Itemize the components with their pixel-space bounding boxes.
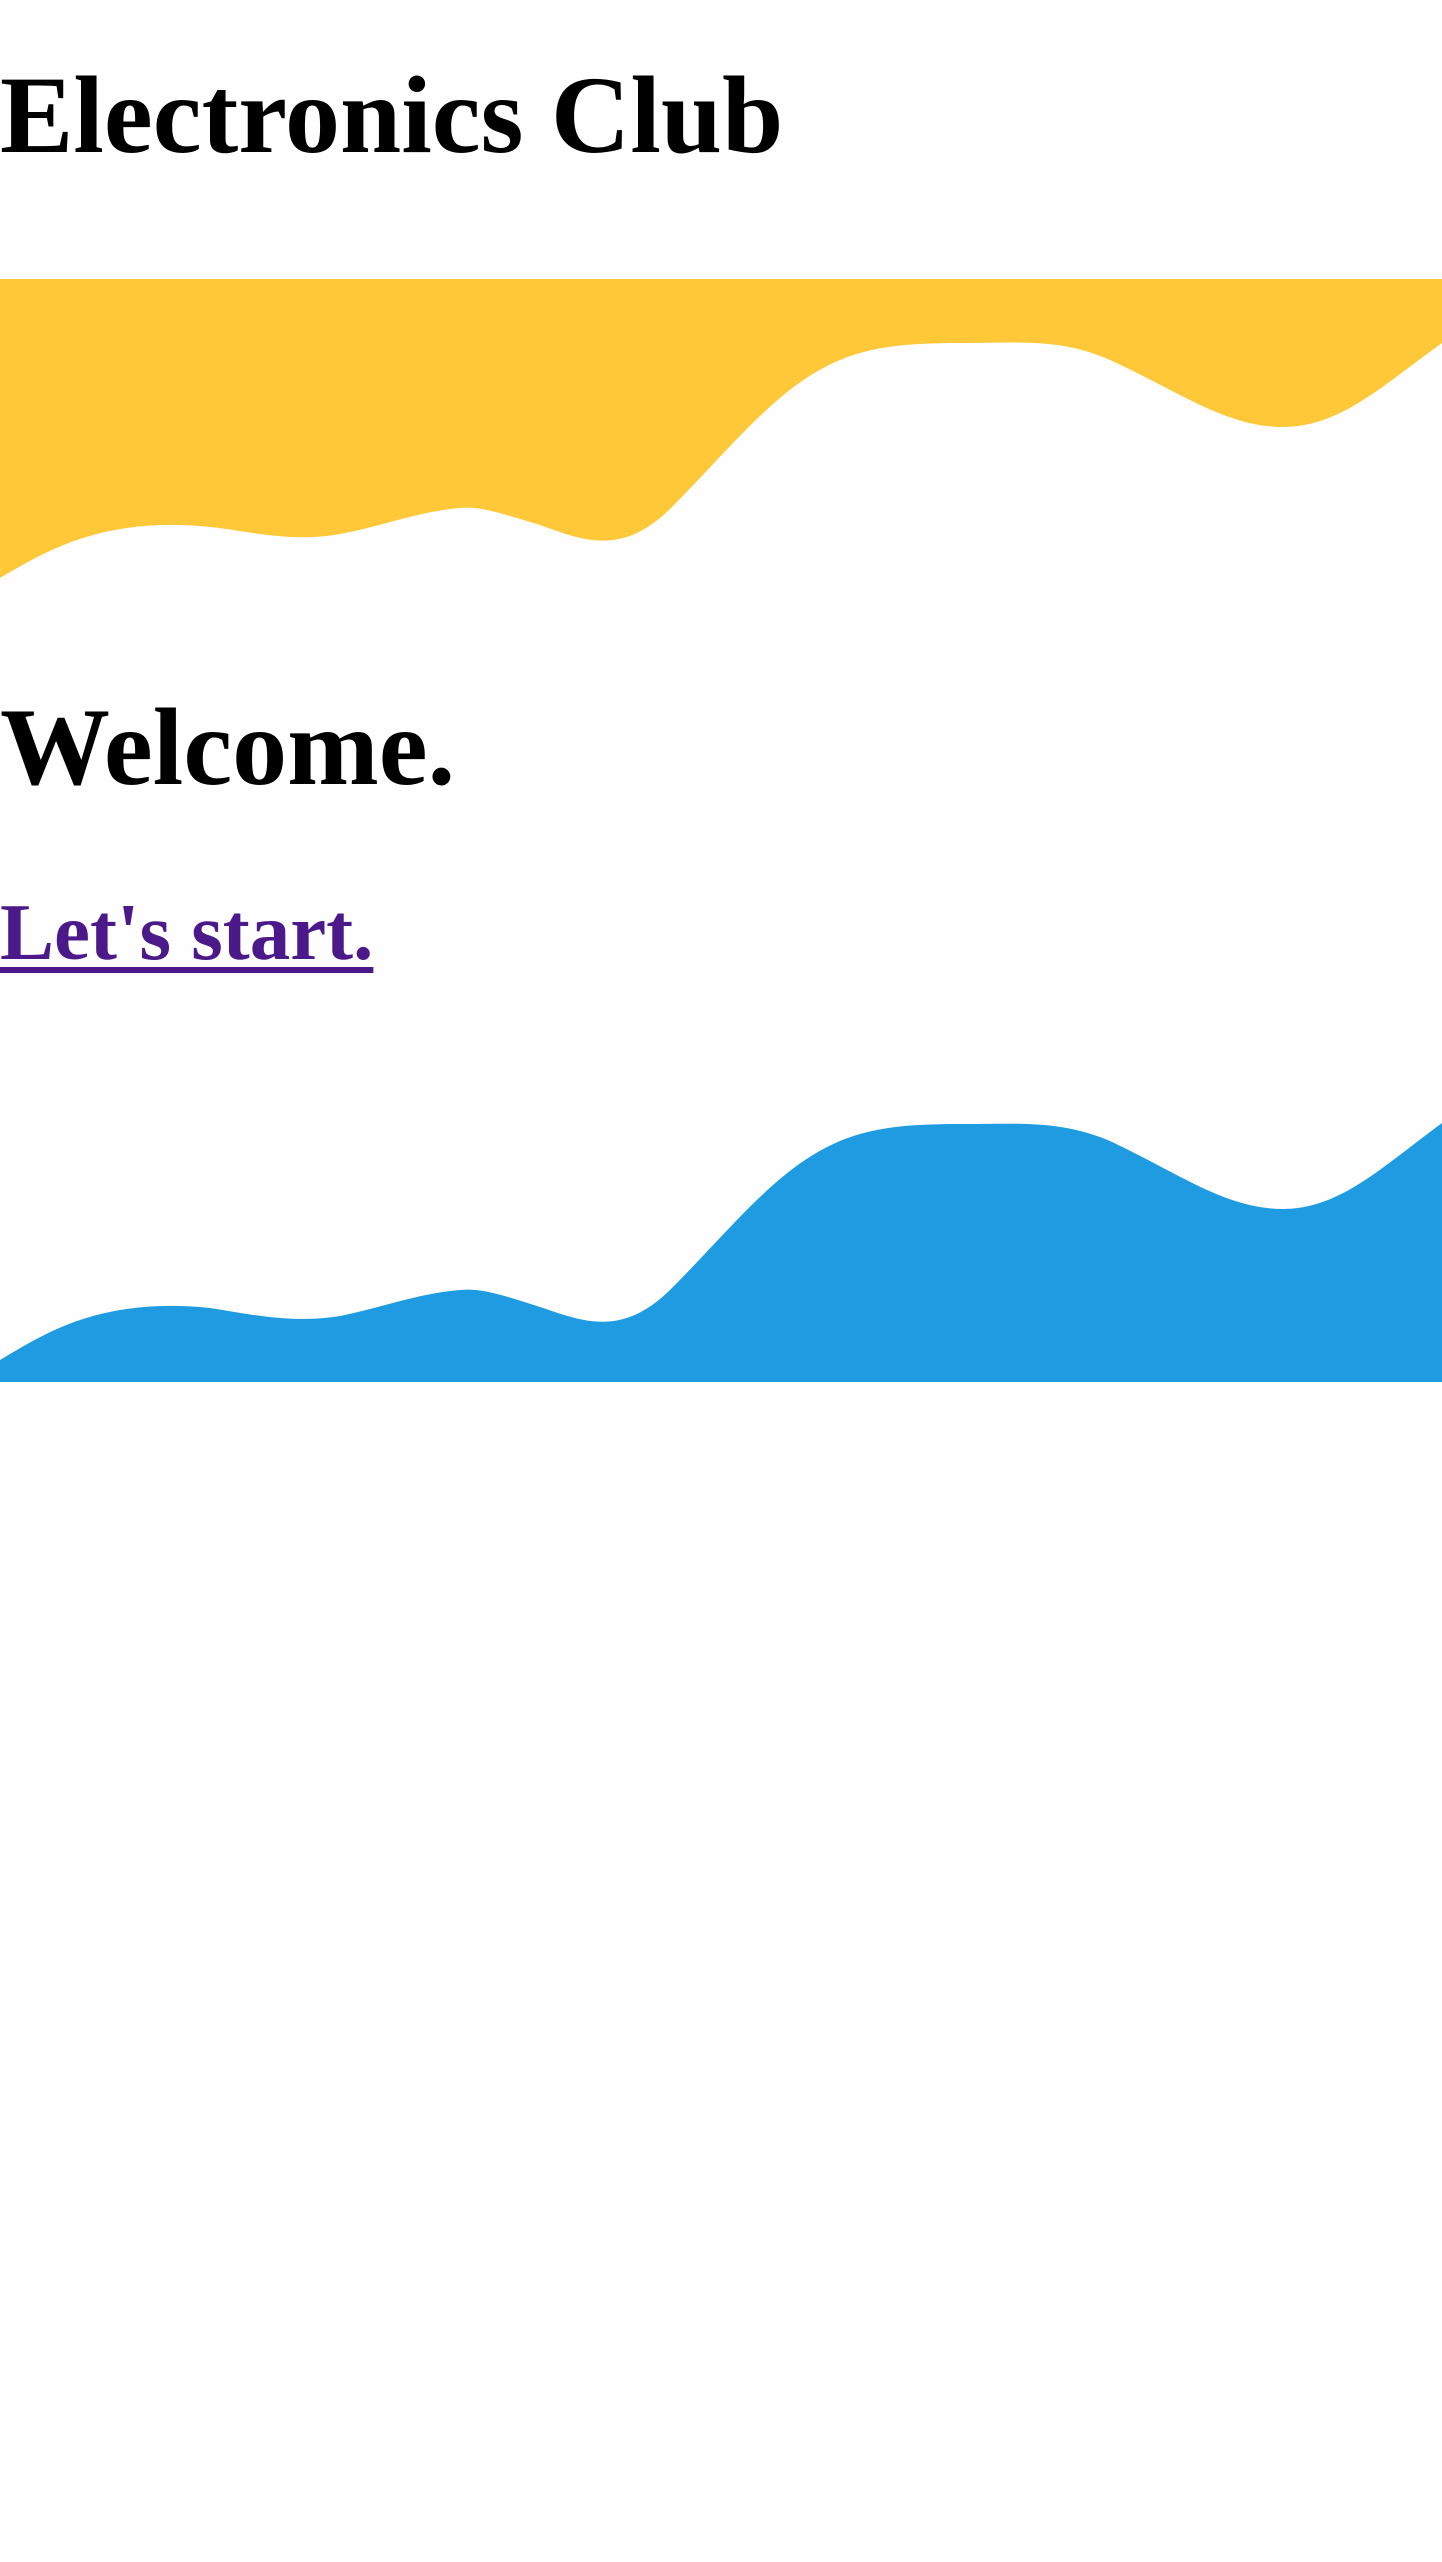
bottom-wave-decoration — [0, 1123, 1442, 1382]
top-wave-shape — [0, 279, 1442, 578]
site-title: Electronics Club — [0, 54, 784, 176]
welcome-heading: Welcome. — [0, 686, 456, 808]
lets-start-link[interactable]: Let's start. — [0, 892, 373, 973]
bottom-wave-shape — [0, 1123, 1442, 1382]
top-wave-decoration — [0, 279, 1442, 578]
